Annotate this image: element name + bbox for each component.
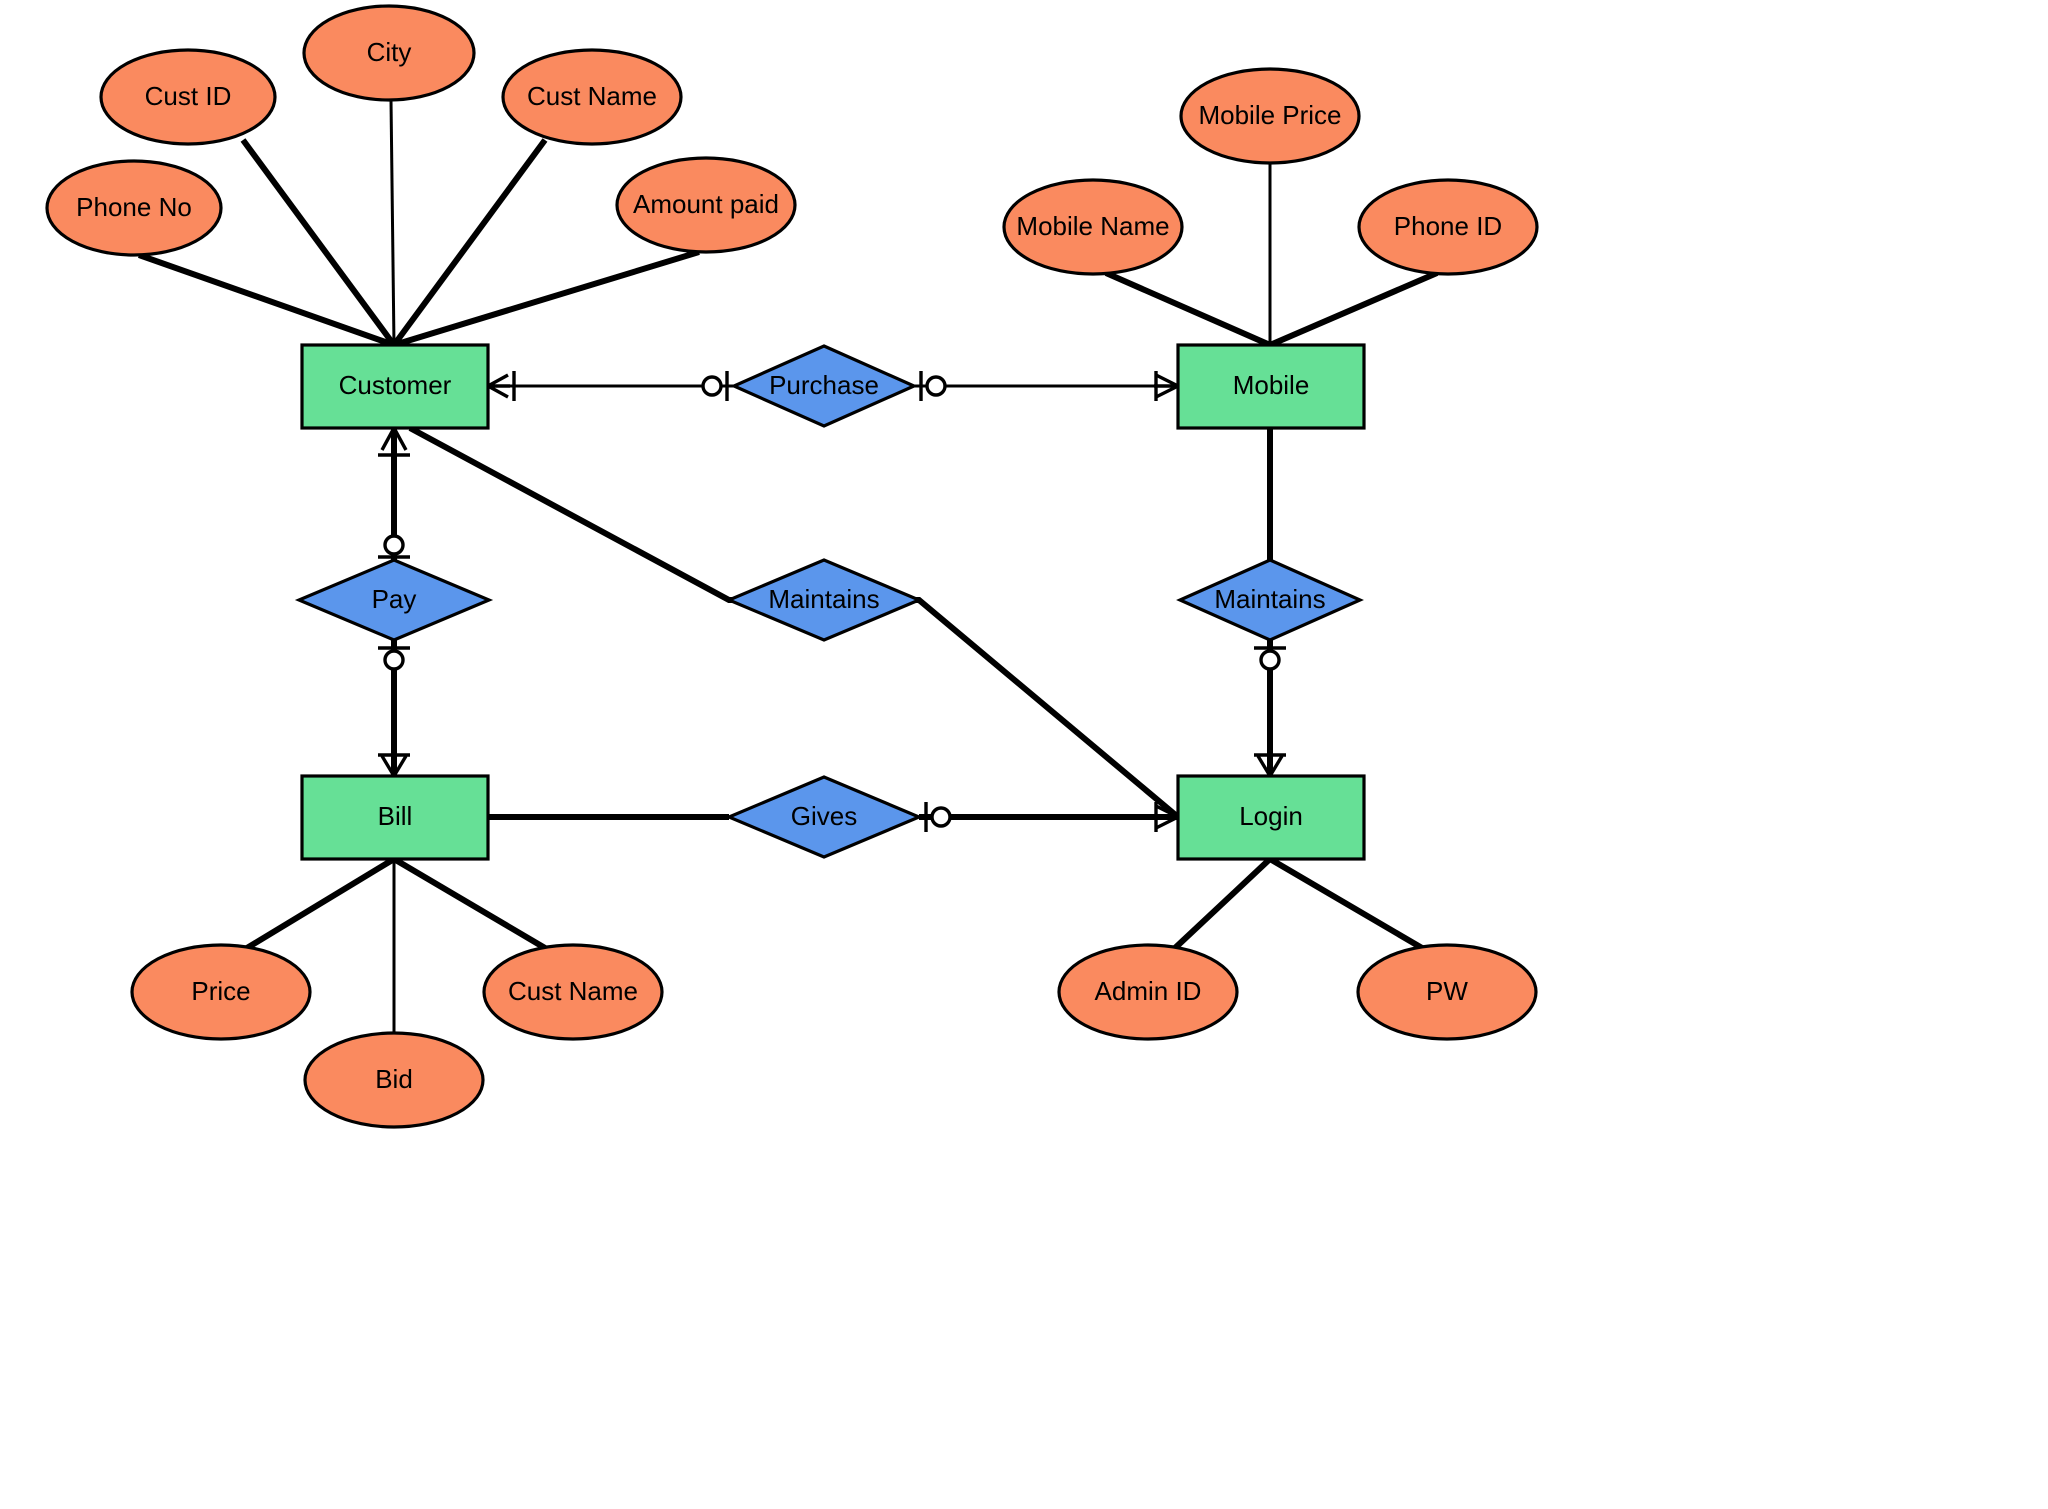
attribute-ellipse[interactable] <box>302 4 476 102</box>
attribute-bid[interactable]: Bid <box>303 1031 485 1129</box>
attribute-ellipse[interactable] <box>501 48 683 146</box>
attribute-phone-no[interactable]: Phone No <box>45 159 223 257</box>
relationship-diamond[interactable] <box>724 775 924 859</box>
zero-one-icon-pay-top <box>378 534 410 559</box>
attribute-ellipse[interactable] <box>1356 943 1538 1041</box>
relationship-gives[interactable]: Gives <box>724 775 924 859</box>
edge-pw-login <box>1268 856 1424 951</box>
relationship-diamond[interactable] <box>730 344 918 428</box>
attribute-cust-name-top[interactable]: Cust Name <box>501 48 683 146</box>
one-many-icon-customer-pay <box>378 427 410 457</box>
entity-customer[interactable]: Customer <box>300 343 490 430</box>
attribute-ellipse[interactable] <box>1057 943 1239 1041</box>
relationship-diamond[interactable] <box>724 558 924 642</box>
entity-rect[interactable] <box>300 343 490 430</box>
entity-rect[interactable] <box>1176 774 1366 861</box>
one-many-icon-bill-top <box>378 753 410 777</box>
edge-amount-paid-customer <box>393 249 700 348</box>
attribute-ellipse[interactable] <box>99 48 277 146</box>
attribute-amount-paid[interactable]: Amount paid <box>615 156 797 254</box>
optional-circle-icon <box>925 375 947 397</box>
er-diagram-canvas: Cust ID City Cust Name Phone No Amount p… <box>0 0 2048 1509</box>
attribute-mobile-name[interactable]: Mobile Name <box>1002 178 1184 276</box>
optional-circle-icon <box>701 375 723 397</box>
edge-cust-name-customer <box>391 138 548 347</box>
relationship-diamond[interactable] <box>1176 558 1364 642</box>
attribute-price[interactable]: Price <box>130 943 312 1041</box>
entity-mobile[interactable]: Mobile <box>1176 343 1366 430</box>
zero-one-icon-pay-bottom <box>378 646 410 671</box>
optional-circle-icon <box>383 649 405 671</box>
attribute-ellipse[interactable] <box>482 943 664 1041</box>
attribute-cust-name-bill[interactable]: Cust Name <box>482 943 664 1041</box>
relationship-maintains-left[interactable]: Maintains <box>724 558 924 642</box>
entity-bill[interactable]: Bill <box>300 774 490 861</box>
optional-circle-icon <box>1259 649 1281 671</box>
entity-login[interactable]: Login <box>1176 774 1366 861</box>
entity-rect[interactable] <box>300 774 490 861</box>
attribute-pw[interactable]: PW <box>1356 943 1538 1041</box>
attribute-ellipse[interactable] <box>130 943 312 1041</box>
one-many-icon-mobile-left <box>1154 371 1179 401</box>
optional-circle-icon <box>383 534 405 556</box>
attribute-ellipse[interactable] <box>303 1031 485 1129</box>
edge-phone-no-customer <box>138 252 395 348</box>
attribute-ellipse[interactable] <box>1357 178 1539 276</box>
edge-price-bill <box>245 856 396 951</box>
edge-city-customer <box>389 99 396 346</box>
crowsfoot-icon <box>380 427 408 452</box>
relationship-pay[interactable]: Pay <box>294 558 494 642</box>
one-many-icon-login-top <box>1254 753 1286 777</box>
edge-cust-id-customer <box>240 138 397 347</box>
attribute-phone-id[interactable]: Phone ID <box>1357 178 1539 276</box>
attribute-cust-id[interactable]: Cust ID <box>99 48 277 146</box>
edge-layer <box>138 99 1439 1033</box>
attribute-ellipse[interactable] <box>45 159 223 257</box>
attribute-admin-id[interactable]: Admin ID <box>1057 943 1239 1041</box>
attribute-ellipse[interactable] <box>1179 67 1361 165</box>
relationship-diamond[interactable] <box>294 558 494 642</box>
zero-one-icon-maintains-right-bottom <box>1254 646 1286 671</box>
edge-admin-id-login <box>1172 856 1273 951</box>
attribute-mobile-price[interactable]: Mobile Price <box>1179 67 1361 165</box>
edge-phone-id-mobile <box>1268 270 1439 348</box>
edge-mobile-name-mobile <box>1104 270 1272 348</box>
attribute-ellipse[interactable] <box>615 156 797 254</box>
attribute-city[interactable]: City <box>302 4 476 102</box>
er-diagram-svg: Cust ID City Cust Name Phone No Amount p… <box>45 4 1539 1129</box>
relationship-maintains-right[interactable]: Maintains <box>1176 558 1364 642</box>
optional-circle-icon <box>930 806 952 828</box>
attribute-ellipse[interactable] <box>1002 178 1184 276</box>
edge-cust-name-bill <box>392 856 547 951</box>
relationship-purchase[interactable]: Purchase <box>730 344 918 428</box>
entity-rect[interactable] <box>1176 343 1366 430</box>
